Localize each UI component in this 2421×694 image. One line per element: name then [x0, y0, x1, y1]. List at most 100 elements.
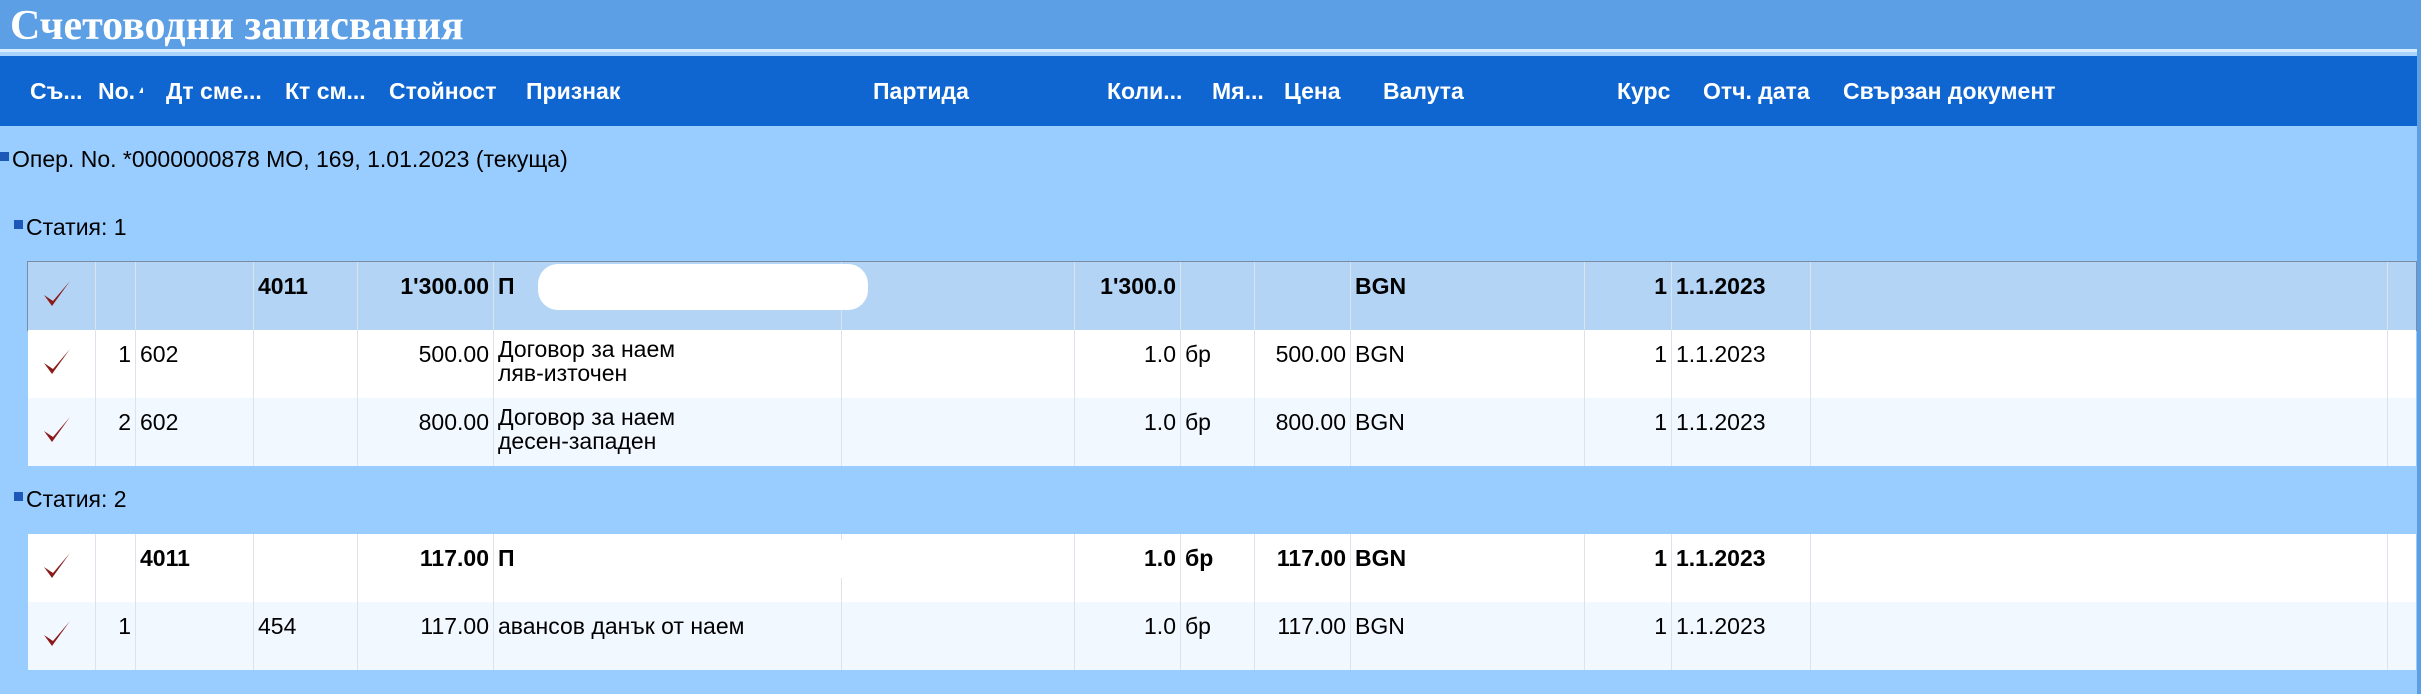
cell-no: 1 [96, 602, 136, 670]
table-row[interactable]: 4011 1'300.00 П 1'300.0 BGN 1 1.1.2023 [27, 261, 2417, 331]
operation-label: Опер. No. *0000000878 МО, 169, 1.01.2023… [12, 146, 568, 172]
cell-credit [254, 330, 358, 398]
cell-batch [842, 534, 1075, 602]
cell-debit: 602 [136, 330, 254, 398]
cell-sign: авансов данък от наем [494, 602, 842, 670]
col-header-no-label: No. [98, 78, 136, 104]
cell-currency: BGN [1351, 398, 1585, 466]
col-header-currency[interactable]: Валута [1383, 56, 1503, 126]
cell-related [1811, 330, 2388, 398]
cell-rate: 1 [1585, 534, 1672, 602]
cell-unit: бр [1181, 330, 1255, 398]
cell-date: 1.1.2023 [1672, 262, 1811, 330]
cell-currency: BGN [1351, 262, 1585, 330]
cell-date: 1.1.2023 [1672, 602, 1811, 670]
cell-batch [842, 330, 1075, 398]
vertical-scrollbar[interactable] [2417, 0, 2421, 694]
sort-ascending-icon: ▲ [137, 85, 143, 96]
cell-price: 117.00 [1255, 602, 1351, 670]
cell-rate: 1 [1585, 398, 1672, 466]
cell-unit: бр [1181, 534, 1255, 602]
operation-group-header[interactable]: Опер. No. *0000000878 МО, 169, 1.01.2023… [0, 146, 568, 173]
checkmark-icon [44, 553, 70, 578]
table-row[interactable]: 1 602 500.00 Договор за наем ляв-източен 1.0 б… [28, 330, 2416, 398]
cell-no [96, 262, 136, 330]
cell-related [1811, 534, 2388, 602]
cell-batch [842, 602, 1075, 670]
cell-currency: BGN [1351, 602, 1585, 670]
col-header-batch[interactable]: Партида [873, 56, 1033, 126]
cell-price: 800.00 [1255, 398, 1351, 466]
cell-credit: 454 [254, 602, 358, 670]
redaction-mark [538, 540, 868, 578]
cell-qty: 1.0 [1075, 534, 1181, 602]
col-header-status[interactable]: Съ... [30, 56, 90, 126]
cell-rate: 1 [1585, 262, 1672, 330]
cell-price: 500.00 [1255, 330, 1351, 398]
article-group-header[interactable]: Статия: 1 [14, 214, 127, 241]
table-row[interactable]: 4011 117.00 П 1.0 бр 117.00 BGN 1 1.1.2023 [28, 534, 2416, 602]
cell-status[interactable] [28, 602, 96, 670]
article-label: Статия: 2 [26, 486, 127, 512]
col-header-unit[interactable]: Мя... [1212, 56, 1278, 126]
col-header-credit[interactable]: Кт см... [285, 56, 380, 126]
table-row[interactable]: 2 602 800.00 Договор за наем десен-западен 1.… [28, 398, 2416, 466]
column-header-row: Съ... No. ▲ Дт сме... Кт см... Стойност П… [0, 56, 2421, 126]
cell-amount: 500.00 [358, 330, 494, 398]
col-header-rate[interactable]: Курс [1617, 56, 1687, 126]
cell-amount: 800.00 [358, 398, 494, 466]
cell-date: 1.1.2023 [1672, 398, 1811, 466]
cell-debit [136, 262, 254, 330]
cell-credit: 4011 [254, 262, 358, 330]
col-header-debit[interactable]: Дт сме... [166, 56, 278, 126]
table-row[interactable]: 1 454 117.00 авансов данък от наем 1.0 бр 117.… [28, 602, 2416, 670]
col-header-related[interactable]: Свързан документ [1843, 56, 2103, 126]
collapse-toggle-icon[interactable] [14, 492, 23, 502]
cell-related [1811, 398, 2388, 466]
article-group-header[interactable]: Статия: 2 [14, 486, 127, 513]
cell-no [96, 534, 136, 602]
cell-batch [842, 262, 1075, 330]
collapse-toggle-icon[interactable] [14, 220, 23, 230]
cell-price [1255, 262, 1351, 330]
col-header-qty[interactable]: Коли... [1107, 56, 1195, 126]
redaction-mark [538, 264, 868, 310]
cell-amount: 117.00 [358, 602, 494, 670]
cell-unit: бр [1181, 602, 1255, 670]
cell-amount: 1'300.00 [358, 262, 494, 330]
checkmark-icon [44, 281, 70, 306]
article-label: Статия: 1 [26, 214, 127, 240]
col-header-amount[interactable]: Стойност [389, 56, 519, 126]
cell-no: 2 [96, 398, 136, 466]
cell-credit [254, 398, 358, 466]
col-header-no[interactable]: No. ▲ [98, 56, 143, 126]
cell-currency: BGN [1351, 534, 1585, 602]
cell-unit [1181, 262, 1255, 330]
window-title: Счетоводни записвания [0, 0, 2421, 52]
cell-price: 117.00 [1255, 534, 1351, 602]
col-header-date[interactable]: Отч. дата [1703, 56, 1835, 126]
cell-debit [136, 602, 254, 670]
cell-status[interactable] [28, 330, 96, 398]
cell-qty: 1.0 [1075, 602, 1181, 670]
cell-status[interactable] [28, 262, 96, 330]
cell-debit: 4011 [136, 534, 254, 602]
cell-sign: Договор за наем десен-западен [494, 398, 842, 466]
cell-debit: 602 [136, 398, 254, 466]
cell-qty: 1.0 [1075, 330, 1181, 398]
col-header-sign[interactable]: Признак [526, 56, 726, 126]
col-header-price[interactable]: Цена [1284, 56, 1374, 126]
checkmark-icon [44, 621, 70, 646]
collapse-toggle-icon[interactable] [0, 152, 9, 162]
cell-rate: 1 [1585, 602, 1672, 670]
cell-status[interactable] [28, 534, 96, 602]
cell-date: 1.1.2023 [1672, 330, 1811, 398]
checkmark-icon [44, 349, 70, 374]
cell-amount: 117.00 [358, 534, 494, 602]
cell-qty: 1.0 [1075, 398, 1181, 466]
cell-no: 1 [96, 330, 136, 398]
cell-status[interactable] [28, 398, 96, 466]
cell-unit: бр [1181, 398, 1255, 466]
cell-related [1811, 602, 2388, 670]
checkmark-icon [44, 417, 70, 442]
